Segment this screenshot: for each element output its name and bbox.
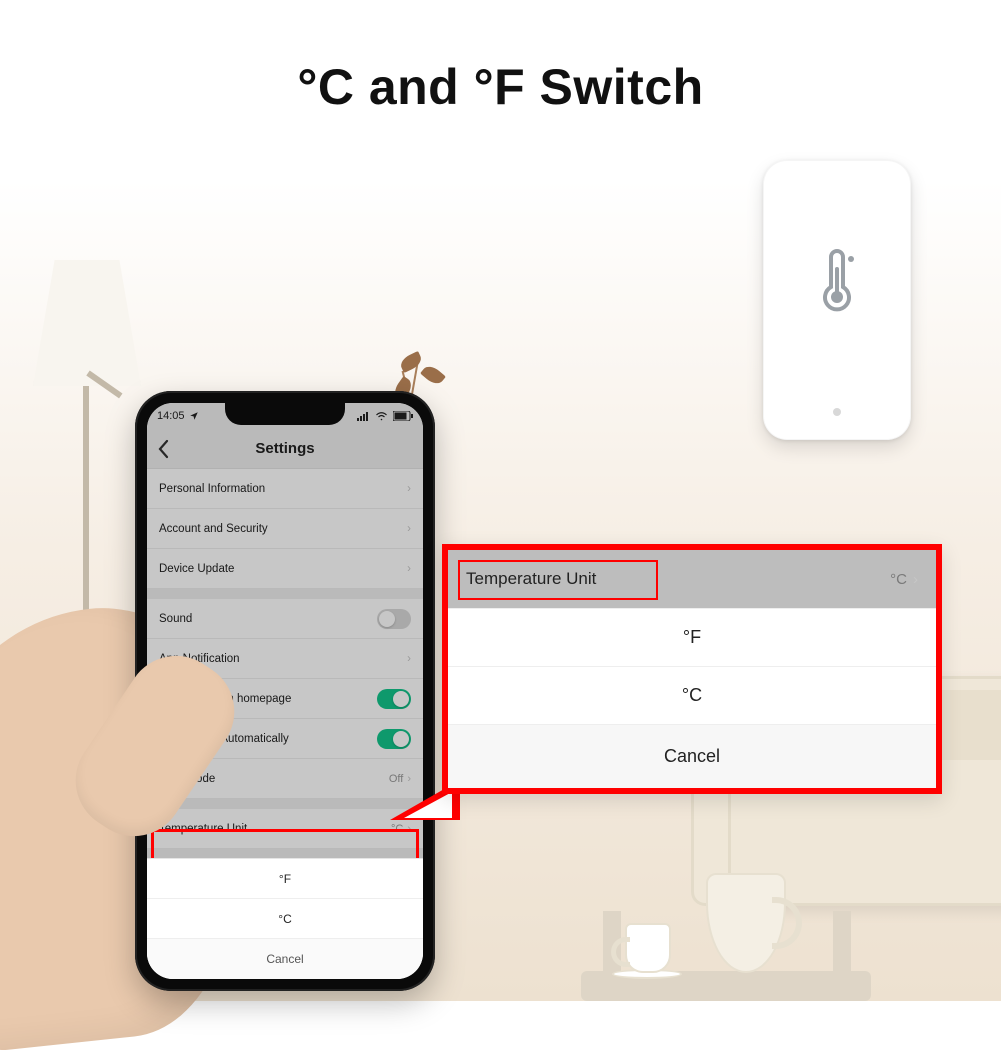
chevron-right-icon: › xyxy=(913,571,918,588)
option-celsius[interactable]: °C xyxy=(147,899,423,939)
thermometer-icon xyxy=(807,249,867,317)
page-headline: °C and °F Switch xyxy=(0,58,1001,116)
callout-option-fahrenheit[interactable]: °F xyxy=(448,608,936,666)
option-fahrenheit[interactable]: °F xyxy=(147,859,423,899)
unit-action-sheet: °F °C Cancel xyxy=(147,858,423,979)
phone-notch xyxy=(225,403,345,425)
callout-highlight-box xyxy=(458,560,658,600)
callout-row-value: °C xyxy=(890,571,907,588)
callout-option-celsius[interactable]: °C xyxy=(448,666,936,724)
temperature-sensor-device xyxy=(763,160,911,440)
callout-cancel-button[interactable]: Cancel xyxy=(448,724,936,788)
callout-panel: Temperature Unit °C› °F °C Cancel xyxy=(442,544,942,794)
cancel-button[interactable]: Cancel xyxy=(147,939,423,979)
